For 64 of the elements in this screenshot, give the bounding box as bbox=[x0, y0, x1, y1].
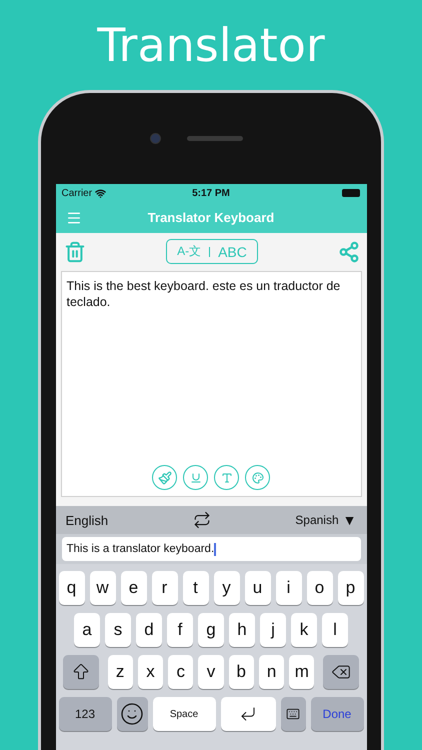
brush-button[interactable] bbox=[152, 465, 177, 490]
letter-key[interactable]: g bbox=[198, 613, 224, 647]
space-key[interactable]: Space bbox=[152, 697, 216, 731]
letter-key[interactable]: x bbox=[138, 655, 164, 689]
share-icon[interactable] bbox=[338, 240, 360, 262]
target-language[interactable]: Spanish bbox=[295, 513, 339, 527]
shift-key[interactable] bbox=[62, 655, 99, 689]
editor-text: This is the best keyboard. este es un traductor de teclado. bbox=[66, 278, 342, 310]
keyboard-key[interactable] bbox=[280, 697, 306, 731]
letter-key[interactable]: c bbox=[168, 655, 194, 689]
text-cursor bbox=[214, 542, 216, 556]
letter-key[interactable]: l bbox=[322, 613, 348, 647]
letter-key[interactable]: b bbox=[228, 655, 254, 689]
dropdown-arrow[interactable]: ▼ bbox=[342, 512, 356, 528]
letter-key[interactable]: y bbox=[214, 571, 240, 605]
letter-key[interactable]: p bbox=[338, 571, 364, 605]
mode-key[interactable]: 123 bbox=[58, 697, 112, 731]
letter-key[interactable]: o bbox=[306, 571, 332, 605]
wifi-icon bbox=[95, 188, 106, 198]
letter-key[interactable]: d bbox=[136, 613, 162, 647]
underline-icon bbox=[190, 472, 202, 484]
letter-key[interactable]: w bbox=[90, 571, 116, 605]
letter-key[interactable]: j bbox=[260, 613, 286, 647]
swap-icon[interactable] bbox=[192, 511, 211, 529]
text-size-button[interactable] bbox=[214, 465, 239, 490]
camera bbox=[150, 133, 160, 144]
text-size-icon bbox=[220, 472, 232, 484]
carrier: Carrier bbox=[62, 188, 92, 198]
letter-key[interactable]: i bbox=[276, 571, 302, 605]
smiley-icon bbox=[120, 702, 144, 726]
letter-key[interactable]: f bbox=[167, 613, 193, 647]
palette-icon bbox=[252, 472, 264, 484]
palette-button[interactable] bbox=[245, 465, 270, 490]
trash-icon[interactable] bbox=[64, 240, 86, 262]
text-editor[interactable]: This is the best keyboard. este es un traductor de teclado. bbox=[60, 271, 362, 497]
letter-key[interactable]: m bbox=[289, 655, 314, 689]
letter-key[interactable]: v bbox=[198, 655, 224, 689]
headline: Translator bbox=[97, 17, 325, 74]
return-key[interactable] bbox=[220, 697, 276, 731]
speaker bbox=[186, 136, 242, 141]
battery-icon bbox=[342, 189, 360, 197]
return-icon bbox=[239, 705, 257, 723]
nav-title: Translator Keyboard bbox=[146, 210, 276, 225]
emoji-key[interactable] bbox=[116, 697, 148, 731]
letter-key[interactable]: r bbox=[152, 571, 178, 605]
letter-key[interactable]: u bbox=[244, 571, 270, 605]
letter-key[interactable]: n bbox=[258, 655, 284, 689]
letter-key[interactable]: z bbox=[108, 655, 133, 689]
source-language[interactable]: English bbox=[66, 512, 108, 528]
letter-key[interactable]: a bbox=[74, 613, 100, 647]
menu-icon[interactable] bbox=[66, 210, 82, 226]
underline-button[interactable] bbox=[183, 465, 208, 490]
letter-key[interactable]: e bbox=[120, 571, 146, 605]
keyboard-icon bbox=[286, 707, 300, 721]
letter-key[interactable]: s bbox=[105, 613, 131, 647]
input-field[interactable]: This is a translator keyboard. bbox=[62, 537, 360, 561]
letter-key[interactable]: k bbox=[291, 613, 317, 647]
input-text: This is a translator keyboard. bbox=[66, 543, 214, 555]
letter-key[interactable]: q bbox=[58, 571, 84, 605]
letter-key[interactable]: t bbox=[182, 571, 208, 605]
brush-icon bbox=[158, 470, 172, 484]
clock: 5:17 PM bbox=[192, 188, 230, 198]
backspace-key[interactable] bbox=[323, 655, 360, 689]
letter-key[interactable]: h bbox=[229, 613, 255, 647]
